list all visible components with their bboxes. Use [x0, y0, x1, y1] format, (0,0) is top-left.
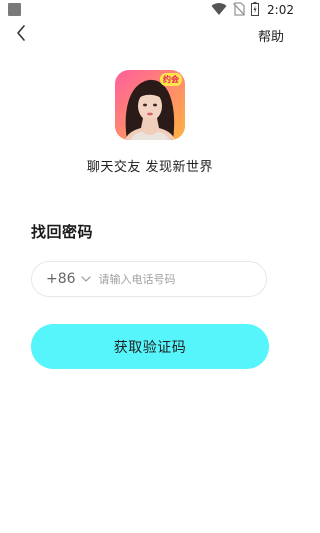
- wifi-icon: [211, 1, 227, 20]
- page-title: 找回密码: [31, 223, 94, 241]
- phone-number-input[interactable]: [98, 272, 249, 286]
- app-slogan: 聊天交友 发现新世界: [86, 160, 214, 175]
- phone-input-row: +86: [31, 261, 267, 297]
- no-sim-icon: [233, 1, 246, 20]
- battery-icon: [251, 1, 260, 20]
- status-time: 2:02: [267, 3, 294, 17]
- help-link[interactable]: 帮助: [258, 26, 284, 45]
- back-button[interactable]: [10, 24, 32, 46]
- country-code-selector[interactable]: +86: [46, 271, 91, 287]
- chevron-down-icon: [80, 276, 91, 282]
- notification-icon: [8, 3, 21, 16]
- status-bar: 2:02: [0, 0, 300, 20]
- country-code-label: +86: [46, 271, 76, 287]
- logo-badge-text: 约会: [160, 73, 182, 86]
- status-icons: 2:02: [211, 1, 294, 20]
- app-logo: 约会: [115, 70, 185, 140]
- get-verification-code-button[interactable]: 获取验证码: [31, 324, 269, 369]
- chevron-left-icon: [15, 24, 27, 46]
